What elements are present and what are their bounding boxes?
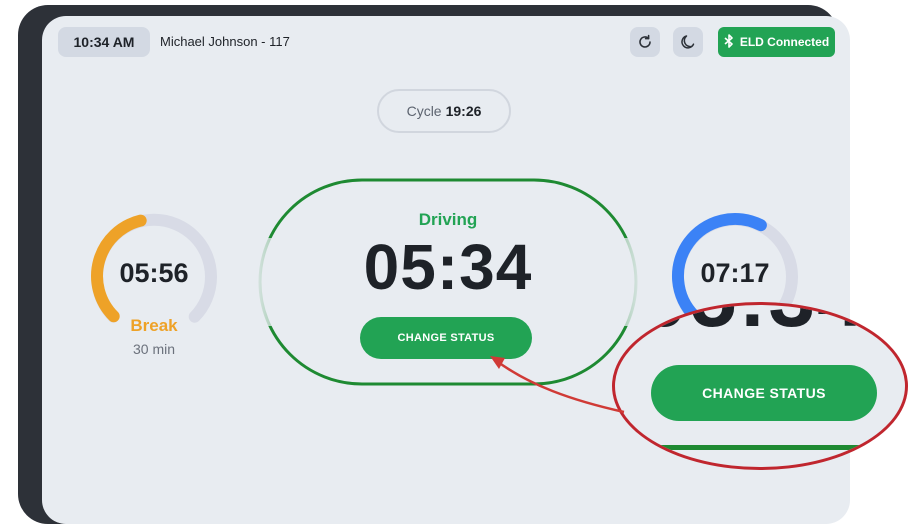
theme-toggle-button[interactable]: [673, 27, 703, 57]
zoom-callout: 05:34 CHANGE STATUS: [612, 302, 908, 470]
shift-gauge-time: 07:17: [700, 258, 770, 288]
cycle-value: 19:26: [445, 103, 482, 119]
eld-status-label: ELD Connected: [739, 35, 830, 49]
zoom-time-fragment: 05:34: [641, 305, 866, 346]
moon-icon: [681, 35, 695, 49]
cycle-timer: Cycle 19:26: [377, 89, 511, 133]
zoom-ring-edge: [615, 445, 905, 450]
driving-time: 05:34: [363, 231, 533, 303]
driving-status-panel: Driving 05:34 CHANGE STATUS: [258, 178, 638, 386]
zoom-change-status-button[interactable]: CHANGE STATUS: [651, 365, 877, 421]
refresh-button[interactable]: [630, 27, 660, 57]
break-label: Break: [130, 316, 178, 335]
eld-connected-button[interactable]: ELD Connected: [718, 27, 835, 57]
change-status-button[interactable]: CHANGE STATUS: [360, 317, 532, 359]
cycle-label: Cycle: [406, 103, 442, 119]
break-duration: 30 min: [132, 341, 176, 357]
refresh-icon: [639, 34, 651, 48]
duty-status-label: Driving: [418, 210, 478, 229]
bluetooth-icon: [724, 33, 734, 51]
